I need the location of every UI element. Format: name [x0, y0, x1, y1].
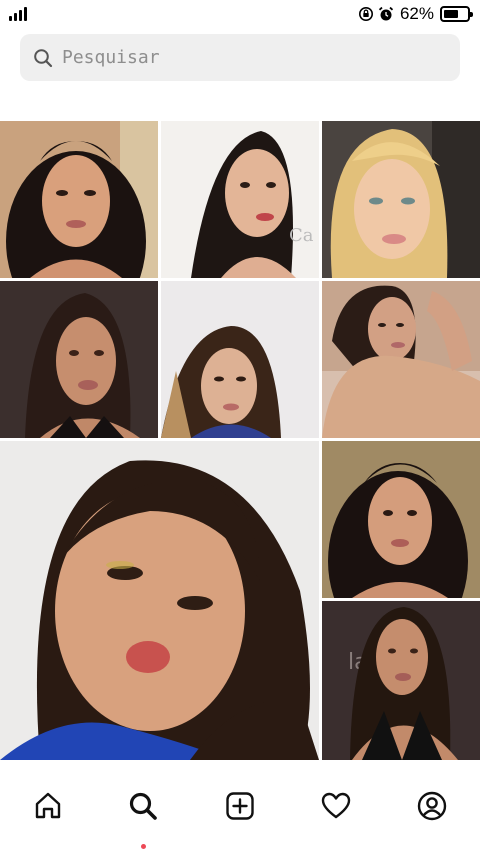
nav-home[interactable] [31, 789, 65, 823]
post-thumbnail-1[interactable] [0, 121, 158, 278]
post-image [322, 281, 480, 438]
post-thumbnail-large[interactable] [0, 441, 319, 760]
nav-activity[interactable] [319, 789, 353, 823]
search-icon [129, 792, 157, 820]
post-thumbnail-4[interactable]: la [0, 281, 158, 438]
battery-icon [440, 6, 473, 22]
svg-text:Ca: Ca [289, 225, 314, 246]
search-input[interactable] [62, 42, 422, 73]
plus-square-icon [226, 792, 254, 820]
profile-icon [417, 791, 447, 821]
search-bar[interactable] [20, 34, 460, 81]
heart-icon [321, 792, 351, 819]
explore-grid: Ca la [0, 121, 480, 761]
bottom-navigation [0, 762, 480, 854]
post-image [161, 281, 319, 438]
search-icon [34, 48, 53, 67]
post-image: la [0, 281, 158, 438]
home-icon [35, 792, 61, 819]
active-tab-indicator [141, 844, 146, 849]
post-image [322, 121, 480, 278]
nav-search[interactable] [126, 789, 160, 823]
alarm-clock-icon [378, 6, 394, 21]
battery-percentage: 62% [399, 4, 434, 23]
post-image: la [322, 601, 480, 760]
signal-bars-icon [9, 7, 31, 21]
status-bar: 62% [0, 0, 480, 28]
post-thumbnail-5[interactable] [161, 281, 319, 438]
post-thumbnail-2[interactable]: Ca [161, 121, 319, 278]
rotation-lock-icon [358, 7, 373, 21]
post-image [0, 121, 158, 278]
post-thumbnail-3[interactable] [322, 121, 480, 278]
post-image [0, 441, 319, 760]
post-thumbnail-8[interactable]: la [322, 601, 480, 760]
battery-level [444, 10, 458, 18]
nav-create[interactable] [223, 789, 257, 823]
post-image: Ca [161, 121, 319, 278]
post-thumbnail-7[interactable] [322, 441, 480, 598]
post-image [322, 441, 480, 598]
post-thumbnail-6[interactable] [322, 281, 480, 438]
nav-profile[interactable] [415, 789, 449, 823]
